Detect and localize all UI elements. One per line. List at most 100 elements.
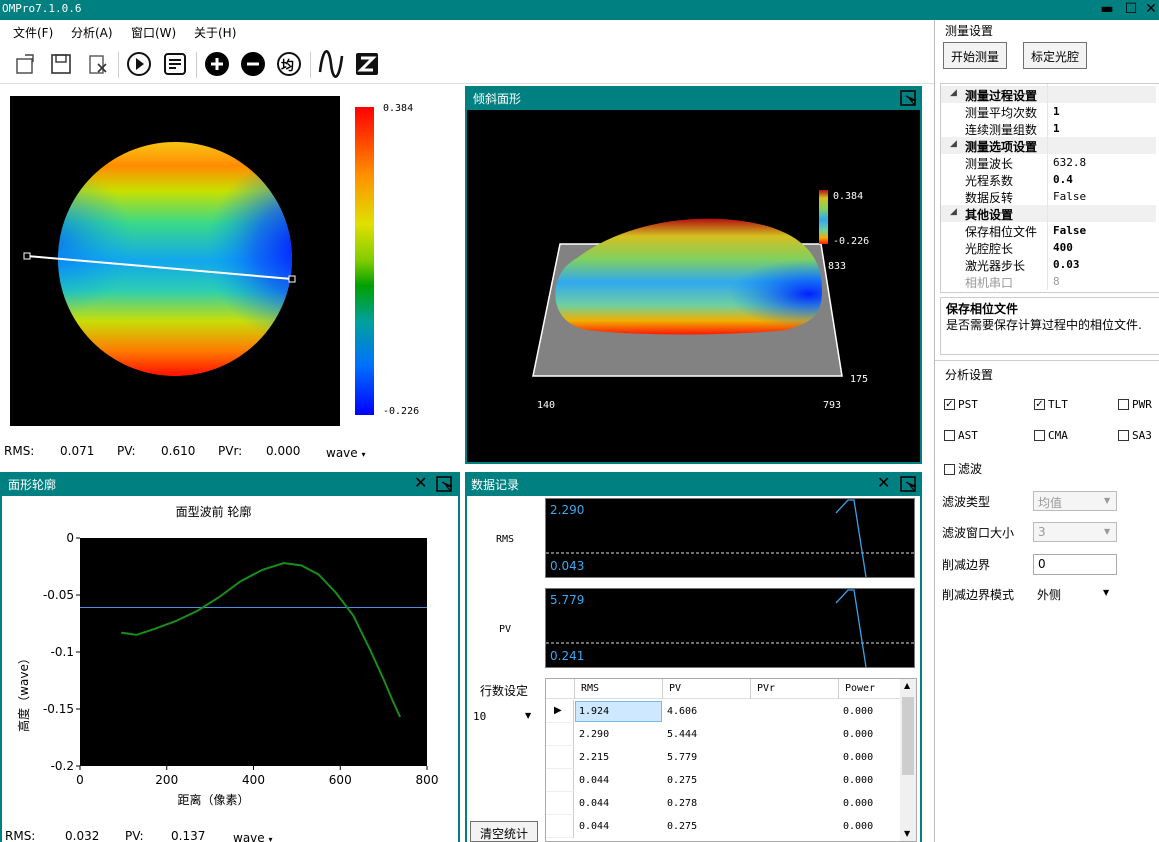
unit-dropdown[interactable]: wave ▾ [326, 446, 366, 460]
filter-checkbox[interactable]: 滤波 [944, 460, 982, 477]
table-row[interactable]: 0.044 0.275 0.000 [546, 769, 900, 792]
property-value[interactable]: 0.03 [1053, 258, 1080, 271]
collapse-icon[interactable]: ◢ [950, 207, 957, 217]
zernike-icon[interactable] [353, 50, 381, 78]
table-row[interactable]: ▶ 1.924 4.606 0.000 [546, 700, 900, 723]
property-group[interactable]: ◢ 测量过程设置 [941, 86, 1156, 103]
table-row[interactable]: 0.044 0.275 0.000 [546, 815, 900, 838]
tilt-3d-view[interactable]: 0.384 -0.226 833 175 140 793 [467, 110, 920, 462]
property-row[interactable]: 相机串口 8 [941, 273, 1156, 290]
row-header[interactable] [546, 769, 574, 792]
close-icon[interactable]: ✕ [877, 475, 891, 491]
property-row[interactable]: 光程系数 0.4 [941, 171, 1156, 188]
table-cell[interactable]: 0.000 [843, 729, 873, 740]
table-cell[interactable]: 5.444 [667, 729, 697, 740]
property-row[interactable]: 保存相位文件 False [941, 222, 1156, 239]
menu-file[interactable]: 文件(F) [13, 24, 53, 41]
close-icon[interactable]: ✕ [414, 475, 428, 491]
start-measure-button[interactable]: 开始测量 [943, 42, 1007, 69]
property-value[interactable]: 1 [1053, 122, 1060, 135]
trim-mode-select[interactable]: 外侧 ▼ [1033, 584, 1117, 604]
property-row[interactable]: 数据反转 False [941, 188, 1156, 205]
report-icon[interactable] [161, 50, 189, 78]
table-cell[interactable]: 0.000 [843, 706, 873, 717]
property-group[interactable]: ◢ 测量选项设置 [941, 137, 1156, 154]
row-header[interactable] [546, 792, 574, 815]
surface-map-canvas[interactable] [10, 96, 340, 426]
select-cursor-icon[interactable] [900, 90, 917, 106]
table-cell[interactable]: 5.779 [667, 752, 697, 763]
table-row[interactable]: 0.044 0.278 0.000 [546, 792, 900, 815]
checkbox-tlt[interactable]: ✓ TLT [1034, 397, 1068, 411]
row-header[interactable] [546, 815, 574, 838]
checkbox-pst[interactable]: ✓ PST [944, 397, 978, 411]
property-value[interactable]: False [1053, 224, 1086, 237]
table-row[interactable]: 2.290 5.444 0.000 [546, 723, 900, 746]
property-value[interactable]: False [1053, 190, 1086, 203]
property-row[interactable]: 光腔腔长 400 [941, 239, 1156, 256]
clear-stats-button[interactable]: 清空统计 [470, 821, 538, 842]
collapse-icon[interactable]: ◢ [950, 139, 957, 149]
property-row[interactable]: 激光器步长 0.03 [941, 256, 1156, 273]
table-row[interactable]: 2.215 5.779 0.000 [546, 746, 900, 769]
property-row[interactable]: 测量平均次数 1 [941, 103, 1156, 120]
save-icon[interactable] [47, 50, 75, 78]
delete-file-icon[interactable] [83, 50, 111, 78]
property-value[interactable]: 1 [1053, 105, 1060, 118]
table-cell[interactable]: 0.000 [843, 775, 873, 786]
collapse-icon[interactable]: ◢ [950, 88, 957, 98]
table-scrollbar[interactable]: ▲ ▼ [900, 679, 916, 841]
filter-type-select[interactable]: 均值 ▼ [1033, 491, 1117, 511]
select-cursor-icon[interactable] [436, 476, 453, 492]
row-header[interactable] [546, 746, 574, 769]
table-cell[interactable]: 0.044 [579, 798, 609, 809]
select-cursor-icon[interactable] [900, 476, 917, 492]
checkbox-sa3[interactable]: SA3 [1118, 428, 1152, 442]
calibrate-cavity-button[interactable]: 标定光腔 [1023, 42, 1087, 69]
menu-about[interactable]: 关于(H) [194, 24, 236, 41]
table-cell[interactable]: 0.000 [843, 798, 873, 809]
property-value[interactable]: 0.4 [1053, 173, 1073, 186]
scroll-down-icon[interactable]: ▼ [904, 829, 910, 838]
trim-input[interactable]: 0 [1033, 554, 1117, 575]
property-value[interactable]: 632.8 [1053, 156, 1086, 169]
checkbox-pwr[interactable]: PWR [1118, 397, 1152, 411]
menu-window[interactable]: 窗口(W) [131, 24, 176, 41]
average-icon[interactable]: 均 [275, 50, 303, 78]
table-cell[interactable]: 0.000 [843, 821, 873, 832]
zoom-out-icon[interactable] [239, 50, 267, 78]
checkbox-ast[interactable]: AST [944, 428, 978, 442]
property-row[interactable]: 测量波长 632.8 [941, 154, 1156, 171]
table-cell[interactable]: 0.275 [667, 821, 697, 832]
play-icon[interactable] [125, 50, 153, 78]
table-cell[interactable]: 2.290 [579, 729, 609, 740]
close-window-button[interactable]: ✕ [1139, 0, 1159, 20]
table-cell[interactable]: 0.000 [843, 752, 873, 763]
scroll-thumb[interactable] [902, 697, 914, 775]
open-file-icon[interactable] [11, 50, 39, 78]
profile-handle-start[interactable] [23, 252, 31, 260]
wave-icon[interactable] [317, 50, 345, 78]
row-header[interactable]: ▶ [546, 700, 574, 723]
filter-window-select[interactable]: 3 ▼ [1033, 522, 1117, 542]
table-cell[interactable]: 0.278 [667, 798, 697, 809]
table-cell[interactable]: 4.606 [667, 706, 697, 717]
table-cell[interactable]: 1.924 [579, 706, 609, 717]
rows-setting-select[interactable]: 10 ▼ [471, 708, 539, 726]
property-value[interactable]: 400 [1053, 241, 1073, 254]
scroll-up-icon[interactable]: ▲ [904, 681, 910, 690]
table-cell[interactable]: 2.215 [579, 752, 609, 763]
table-cell[interactable]: 0.275 [667, 775, 697, 786]
property-value[interactable]: 8 [1053, 275, 1060, 288]
property-group[interactable]: ◢ 其他设置 [941, 205, 1156, 222]
minimize-button[interactable]: ▬ [1095, 0, 1119, 20]
row-header[interactable] [546, 723, 574, 746]
menu-analysis[interactable]: 分析(A) [71, 24, 113, 41]
zoom-in-icon[interactable] [203, 50, 231, 78]
property-row[interactable]: 连续测量组数 1 [941, 120, 1156, 137]
profile-handle-end[interactable] [288, 275, 296, 283]
profile-unit-dropdown[interactable]: wave ▾ [233, 831, 273, 842]
table-cell[interactable]: 0.044 [579, 775, 609, 786]
table-cell[interactable]: 0.044 [579, 821, 609, 832]
checkbox-cma[interactable]: CMA [1034, 428, 1068, 442]
